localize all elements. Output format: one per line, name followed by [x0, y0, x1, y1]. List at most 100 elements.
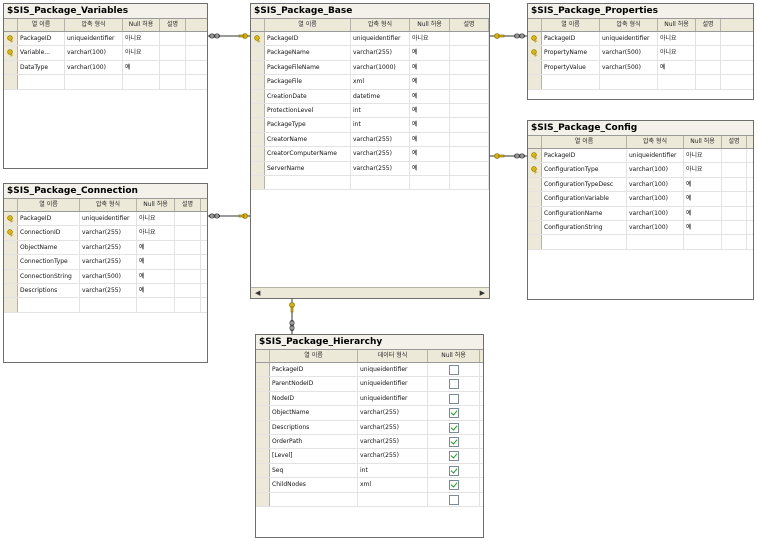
row-selector[interactable]	[4, 212, 18, 226]
row-selector[interactable]	[4, 269, 18, 283]
row-selector[interactable]	[256, 492, 270, 506]
empty-row[interactable]	[4, 75, 207, 90]
row-selector[interactable]	[251, 147, 265, 161]
table-row[interactable]: ConnectionID varchar(255) 아니요	[4, 226, 207, 241]
allow-null-checkbox[interactable]	[448, 451, 459, 462]
scroll-right-icon[interactable]: ▶	[480, 289, 485, 297]
row-selector[interactable]	[4, 60, 18, 75]
allow-null-checkbox[interactable]	[448, 480, 459, 491]
allow-null-checkbox[interactable]	[448, 465, 459, 476]
horizontal-scrollbar[interactable]: ◀ ▶	[251, 287, 489, 298]
row-selector[interactable]	[528, 192, 542, 206]
row-selector[interactable]	[256, 363, 270, 377]
row-selector[interactable]	[4, 298, 18, 312]
row-selector[interactable]	[4, 255, 18, 269]
allow-null-checkbox[interactable]	[448, 494, 459, 505]
table-row[interactable]: PackageFileName varchar(1000) 예	[251, 60, 489, 76]
table-row[interactable]: ProtectionLevel int 예	[251, 103, 489, 119]
table-row[interactable]: ServerName varchar(255) 예	[251, 161, 489, 176]
row-selector[interactable]	[4, 46, 18, 60]
row-selector[interactable]	[251, 75, 265, 89]
table-row[interactable]: NodeID uniqueidentifier	[256, 391, 483, 407]
table-row[interactable]: ConnectionString varchar(500) 예	[4, 269, 207, 284]
table-row[interactable]: Descriptions varchar(255) 예	[4, 283, 207, 299]
table-row[interactable]: ConfigurationString varchar(100) 예	[528, 220, 753, 236]
empty-row[interactable]	[4, 298, 207, 313]
row-selector[interactable]	[251, 32, 265, 46]
row-selector[interactable]	[251, 60, 265, 75]
table-properties[interactable]: $SIS_Package_Properties 열 이름 압축 형식 Null …	[527, 3, 754, 100]
row-selector[interactable]	[528, 235, 542, 249]
row-selector[interactable]	[251, 175, 265, 190]
row-selector[interactable]	[256, 420, 270, 434]
table-row[interactable]: PackageName varchar(255) 예	[251, 46, 489, 61]
empty-row[interactable]	[256, 492, 483, 507]
row-selector[interactable]	[528, 177, 542, 192]
row-selector[interactable]	[4, 32, 18, 46]
row-selector[interactable]	[256, 377, 270, 391]
table-row[interactable]: Descriptions varchar(255)	[256, 420, 483, 435]
row-selector[interactable]	[528, 220, 542, 235]
row-selector[interactable]	[251, 103, 265, 118]
allow-null-checkbox[interactable]	[448, 422, 459, 433]
allow-null-checkbox[interactable]	[448, 365, 459, 375]
row-selector[interactable]	[528, 163, 542, 177]
table-row[interactable]: CreatorComputerName varchar(255) 예	[251, 147, 489, 162]
row-selector[interactable]	[256, 406, 270, 420]
row-selector[interactable]	[256, 463, 270, 478]
allow-null-checkbox[interactable]	[448, 393, 459, 404]
row-selector[interactable]	[4, 240, 18, 255]
table-row[interactable]: PropertyName varchar(500) 아니요	[528, 46, 753, 61]
empty-row[interactable]	[528, 235, 753, 250]
row-selector[interactable]	[528, 46, 542, 60]
table-row[interactable]: OrderPath varchar(255)	[256, 434, 483, 450]
allow-null-checkbox[interactable]	[448, 436, 459, 447]
row-selector[interactable]	[256, 434, 270, 449]
table-row[interactable]: PropertyValue varchar(500) 예	[528, 60, 753, 76]
table-row[interactable]: ParentNodeID uniqueidentifier	[256, 377, 483, 392]
row-selector[interactable]	[528, 32, 542, 46]
table-row[interactable]: PackageID uniqueidentifier 아니요	[4, 212, 207, 227]
table-row[interactable]: Seq int	[256, 463, 483, 479]
table-base[interactable]: $SIS_Package_Base 열 이름 압축 형식 Null 허용 설명 …	[250, 3, 490, 299]
row-selector[interactable]	[251, 89, 265, 103]
row-selector[interactable]	[251, 46, 265, 60]
table-row[interactable]: Variable... varchar(100) 아니요	[4, 46, 207, 61]
scroll-left-icon[interactable]: ◀	[255, 289, 260, 297]
row-selector[interactable]	[4, 283, 18, 298]
table-row[interactable]: PackageID uniqueidentifier 아니요	[4, 32, 207, 47]
table-row[interactable]: PackageType int 예	[251, 118, 489, 133]
row-selector[interactable]	[528, 75, 542, 89]
table-row[interactable]: PackageID uniqueidentifier	[256, 363, 483, 378]
table-row[interactable]: ConfigurationType varchar(100) 아니요	[528, 163, 753, 178]
allow-null-checkbox[interactable]	[448, 408, 459, 419]
row-selector[interactable]	[251, 118, 265, 132]
table-row[interactable]: ConfigurationName varchar(100) 예	[528, 206, 753, 221]
row-selector[interactable]	[256, 391, 270, 406]
allow-null-checkbox[interactable]	[448, 379, 459, 390]
table-row[interactable]: ConnectionType varchar(255) 예	[4, 255, 207, 270]
table-variables[interactable]: $SIS_Package_Variables 열 이름 압축 형식 Null 허…	[3, 3, 208, 169]
table-row[interactable]: PackageID uniqueidentifier 아니요	[251, 32, 489, 47]
table-row[interactable]: ObjectName varchar(255) 예	[4, 240, 207, 256]
row-selector[interactable]	[528, 206, 542, 220]
row-selector[interactable]	[528, 149, 542, 163]
row-selector[interactable]	[4, 226, 18, 240]
table-config[interactable]: $SIS_Package_Config 열 이름 압축 형식 Null 허용 설…	[527, 120, 754, 300]
table-row[interactable]: PackageID uniqueidentifier 아니요	[528, 149, 753, 164]
table-row[interactable]: PackageFile xml 예	[251, 75, 489, 90]
table-connection[interactable]: $SIS_Package_Connection 열 이름 압축 형식 Null …	[3, 183, 208, 363]
row-selector[interactable]	[256, 449, 270, 463]
table-hierarchy[interactable]: $SIS_Package_Hierarchy 열 이름 데이터 형식 Null …	[255, 334, 484, 538]
row-selector[interactable]	[528, 60, 542, 75]
empty-row[interactable]	[528, 75, 753, 90]
row-selector[interactable]	[256, 478, 270, 492]
table-row[interactable]: DataType varchar(100) 예	[4, 60, 207, 76]
row-selector[interactable]	[4, 75, 18, 89]
row-selector[interactable]	[251, 161, 265, 175]
table-row[interactable]: ObjectName varchar(255)	[256, 406, 483, 421]
table-row[interactable]: ConfigurationVariable varchar(100) 예	[528, 192, 753, 207]
row-selector[interactable]	[251, 132, 265, 147]
table-row[interactable]: ChildNodes xml	[256, 478, 483, 493]
table-row[interactable]: PackageID uniqueidentifier 아니요	[528, 32, 753, 47]
